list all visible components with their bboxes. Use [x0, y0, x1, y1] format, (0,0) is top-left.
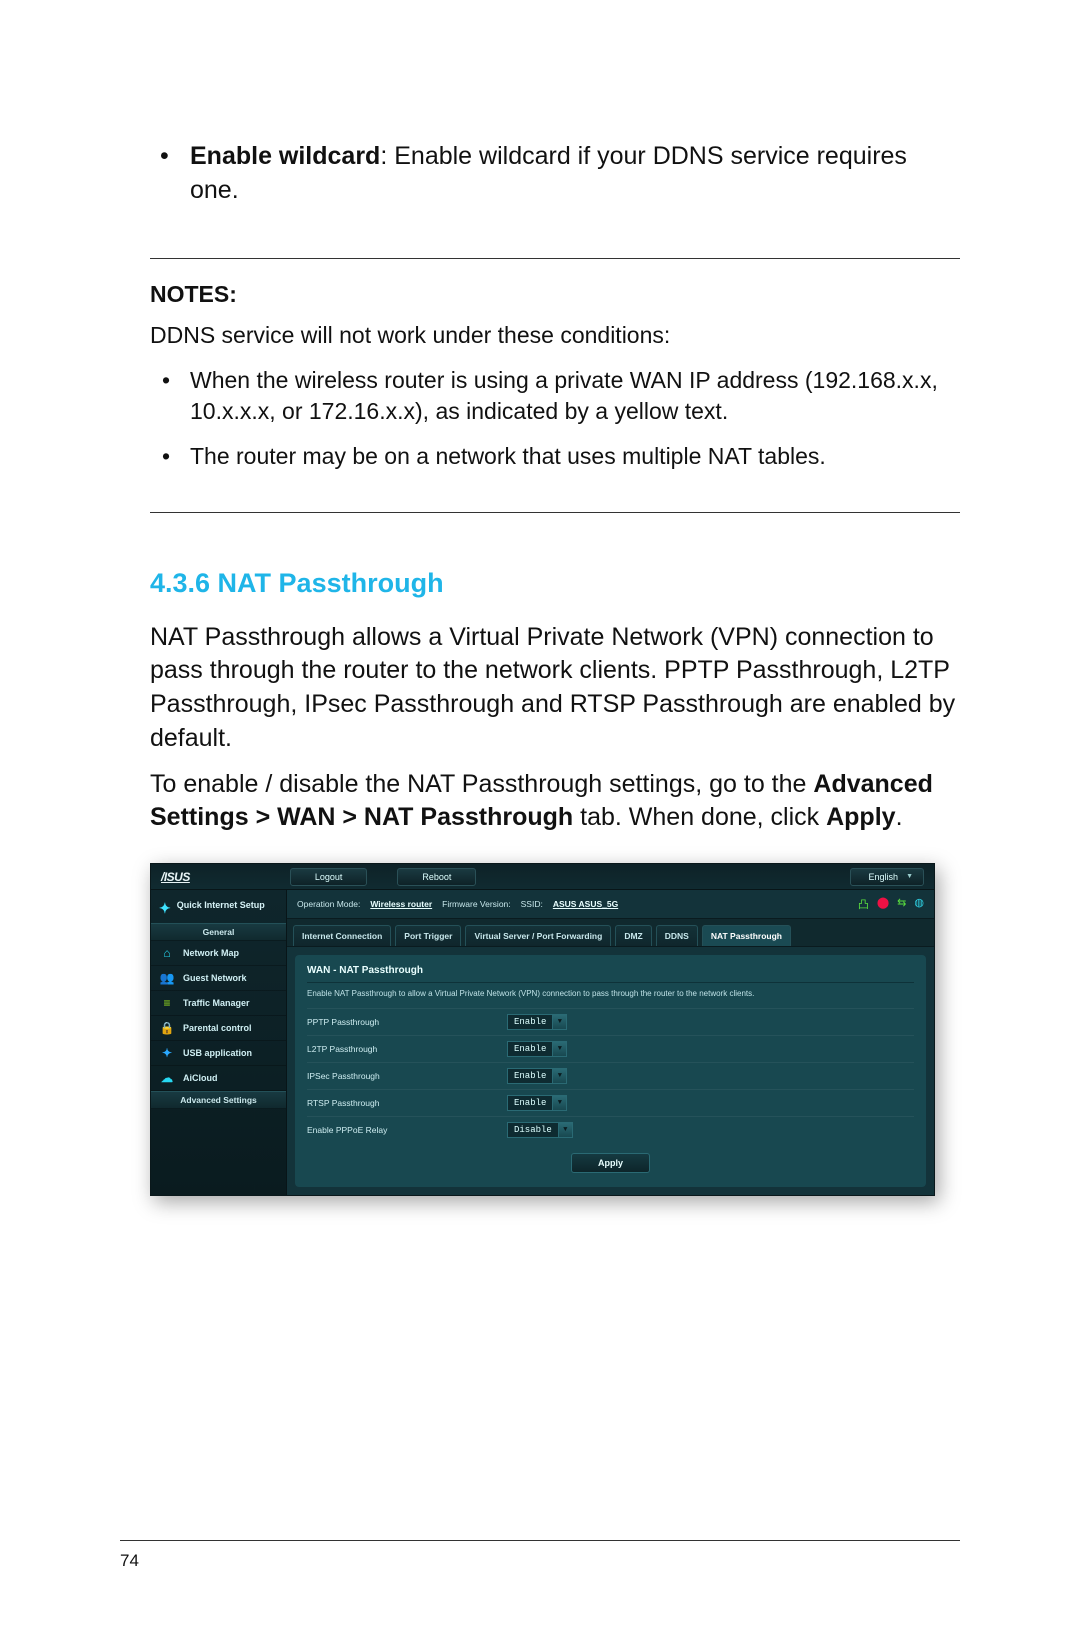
row-pppoe-relay: Enable PPPoE Relay Disable ▼: [307, 1116, 914, 1143]
chevron-down-icon: ▼: [553, 1014, 567, 1030]
row-label: RTSP Passthrough: [307, 1098, 507, 1108]
row-label: PPTP Passthrough: [307, 1017, 507, 1027]
sidebar-item-label: Traffic Manager: [183, 998, 250, 1008]
select-value: Disable: [507, 1122, 559, 1138]
language-selector[interactable]: English ▼: [850, 868, 924, 886]
para2-pre: To enable / disable the NAT Passthrough …: [150, 770, 813, 798]
status-usb-icon[interactable]: ⇆: [897, 896, 906, 912]
l2tp-select[interactable]: Enable ▼: [507, 1041, 567, 1057]
rtsp-select[interactable]: Enable ▼: [507, 1095, 567, 1111]
opmode-value[interactable]: Wireless router: [370, 899, 432, 909]
notes-list: When the wireless router is using a priv…: [150, 365, 960, 472]
sidebar-item-label: USB application: [183, 1048, 252, 1058]
select-value: Enable: [507, 1095, 553, 1111]
quick-internet-setup[interactable]: ✦ Quick Internet Setup: [151, 896, 286, 923]
fw-label: Firmware Version:: [442, 899, 511, 909]
footer-rule: [120, 1540, 960, 1541]
sidebar-item-guest-network[interactable]: 👥 Guest Network: [151, 966, 286, 991]
para2-bold-apply: Apply: [826, 803, 895, 831]
info-bar: Operation Mode: Wireless router Firmware…: [287, 890, 934, 919]
sidebar-item-network-map[interactable]: ⌂ Network Map: [151, 941, 286, 966]
chevron-down-icon: ▼: [906, 873, 913, 880]
row-label: L2TP Passthrough: [307, 1044, 507, 1054]
page-number: 74: [120, 1551, 139, 1571]
ipsec-select[interactable]: Enable ▼: [507, 1068, 567, 1084]
pppoe-relay-select[interactable]: Disable ▼: [507, 1122, 573, 1138]
select-value: Enable: [507, 1068, 553, 1084]
status-alert-icon[interactable]: ⬤: [877, 896, 889, 912]
notes-item: The router may be on a network that uses…: [150, 441, 960, 472]
guest-network-icon: 👥: [159, 971, 175, 985]
usb-application-icon: ✦: [159, 1046, 175, 1060]
magic-wand-icon: ✦: [159, 901, 171, 915]
chevron-down-icon: ▼: [553, 1095, 567, 1111]
status-connection-icon[interactable]: 凸: [858, 896, 869, 912]
apply-button[interactable]: Apply: [571, 1153, 650, 1173]
tab-ddns[interactable]: DDNS: [656, 925, 698, 946]
select-value: Enable: [507, 1014, 553, 1030]
notes-intro: DDNS service will not work under these c…: [150, 322, 960, 349]
brand-logo: /ISUS: [161, 870, 190, 884]
row-pptp: PPTP Passthrough Enable ▼: [307, 1008, 914, 1035]
status-globe-icon[interactable]: ◍: [914, 896, 924, 912]
main-content: Operation Mode: Wireless router Firmware…: [287, 890, 934, 1195]
aicloud-icon: ☁: [159, 1071, 175, 1085]
sidebar-item-label: Network Map: [183, 948, 239, 958]
notes-item: When the wireless router is using a priv…: [150, 365, 960, 427]
tab-internet-connection[interactable]: Internet Connection: [293, 925, 391, 946]
row-rtsp: RTSP Passthrough Enable ▼: [307, 1089, 914, 1116]
tab-nat-passthrough[interactable]: NAT Passthrough: [702, 925, 791, 946]
sidebar-item-usb-application[interactable]: ✦ USB application: [151, 1041, 286, 1066]
para-instructions: To enable / disable the NAT Passthrough …: [150, 768, 960, 836]
traffic-manager-icon: ≡: [159, 996, 175, 1010]
nat-passthrough-panel: WAN - NAT Passthrough Enable NAT Passthr…: [295, 955, 926, 1187]
sidebar-item-label: Parental control: [183, 1023, 252, 1033]
bullet-bold: Enable wildcard: [190, 142, 380, 170]
sidebar-item-label: Guest Network: [183, 973, 247, 983]
para2-mid: tab. When done, click: [573, 803, 826, 831]
para-description: NAT Passthrough allows a Virtual Private…: [150, 621, 960, 756]
sidebar-item-aicloud[interactable]: ☁ AiCloud: [151, 1066, 286, 1091]
chevron-down-icon: ▼: [559, 1122, 573, 1138]
sidebar-item-parental-control[interactable]: 🔒 Parental control: [151, 1016, 286, 1041]
logout-button[interactable]: Logout: [290, 868, 368, 886]
ssid-label: SSID:: [521, 899, 543, 909]
language-label: English: [869, 872, 899, 882]
sidebar-group-advanced: Advanced Settings: [151, 1091, 286, 1109]
para2-end: .: [896, 803, 903, 831]
opmode-label: Operation Mode:: [297, 899, 360, 909]
sidebar-item-traffic-manager[interactable]: ≡ Traffic Manager: [151, 991, 286, 1016]
network-map-icon: ⌂: [159, 946, 175, 960]
row-label: IPSec Passthrough: [307, 1071, 507, 1081]
chevron-down-icon: ▼: [553, 1041, 567, 1057]
status-icons: 凸 ⬤ ⇆ ◍: [858, 896, 924, 912]
topbar: /ISUS Logout Reboot English ▼: [151, 864, 934, 890]
pptp-select[interactable]: Enable ▼: [507, 1014, 567, 1030]
notes-box: NOTES: DDNS service will not work under …: [150, 258, 960, 513]
notes-heading: NOTES:: [150, 281, 960, 308]
row-label: Enable PPPoE Relay: [307, 1125, 507, 1135]
router-admin-screenshot: /ISUS Logout Reboot English ▼ ✦ Quick In…: [150, 863, 935, 1196]
section-heading: 4.3.6 NAT Passthrough: [150, 568, 960, 599]
tab-virtual-server[interactable]: Virtual Server / Port Forwarding: [465, 925, 611, 946]
qis-label: Quick Internet Setup: [177, 901, 265, 915]
tabs: Internet Connection Port Trigger Virtual…: [287, 919, 934, 947]
sidebar-group-general: General: [151, 923, 286, 941]
ssid-value[interactable]: ASUS ASUS_5G: [553, 899, 618, 909]
row-ipsec: IPSec Passthrough Enable ▼: [307, 1062, 914, 1089]
select-value: Enable: [507, 1041, 553, 1057]
tab-port-trigger[interactable]: Port Trigger: [395, 925, 461, 946]
tab-dmz[interactable]: DMZ: [615, 925, 651, 946]
reboot-button[interactable]: Reboot: [397, 868, 476, 886]
bullet-enable-wildcard: Enable wildcard: Enable wildcard if your…: [150, 140, 960, 208]
row-l2tp: L2TP Passthrough Enable ▼: [307, 1035, 914, 1062]
parental-control-icon: 🔒: [159, 1021, 175, 1035]
chevron-down-icon: ▼: [553, 1068, 567, 1084]
panel-description: Enable NAT Passthrough to allow a Virtua…: [307, 989, 914, 998]
sidebar: ✦ Quick Internet Setup General ⌂ Network…: [151, 890, 287, 1195]
panel-title: WAN - NAT Passthrough: [307, 965, 914, 983]
sidebar-item-label: AiCloud: [183, 1073, 218, 1083]
